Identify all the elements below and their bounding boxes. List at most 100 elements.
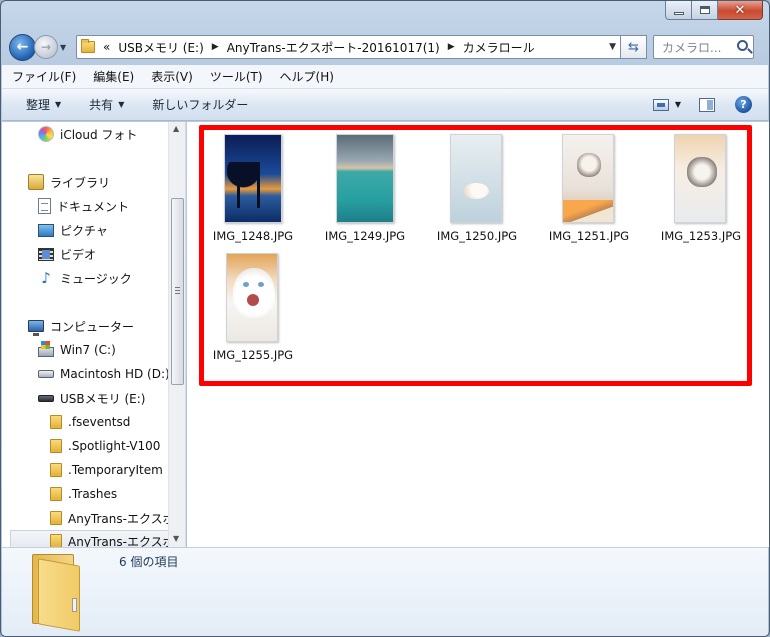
folder-front bbox=[38, 558, 80, 632]
cat-image bbox=[687, 157, 717, 187]
share-button[interactable]: 共有 ▼ bbox=[89, 96, 124, 113]
back-button[interactable]: ← bbox=[9, 33, 36, 61]
help-icon[interactable]: ? bbox=[735, 96, 752, 113]
scroll-down-icon[interactable]: ▼ bbox=[173, 534, 179, 543]
share-label: 共有 bbox=[89, 98, 114, 112]
minimize-button[interactable] bbox=[665, 1, 692, 20]
folder-icon bbox=[50, 463, 62, 477]
breadcrumb-separator-icon[interactable]: ▶ bbox=[212, 42, 219, 52]
breadcrumb-usb[interactable]: USBメモリ (E:) bbox=[118, 39, 203, 56]
breadcrumb-overflow[interactable]: « bbox=[103, 40, 110, 54]
nav-item-computer[interactable]: コンピューター bbox=[28, 315, 134, 337]
file-name[interactable]: IMG_1255.JPG bbox=[199, 348, 307, 362]
usb-drive-icon bbox=[38, 394, 54, 402]
video-icon bbox=[38, 247, 54, 261]
file-name[interactable]: IMG_1251.JPG bbox=[535, 229, 643, 243]
scroll-up-icon[interactable]: ▲ bbox=[173, 124, 179, 133]
thumbnail-img-1255[interactable] bbox=[226, 253, 278, 342]
nav-vertical-scrollbar[interactable]: ▲ ▼ bbox=[168, 122, 185, 547]
file-name[interactable]: IMG_1248.JPG bbox=[199, 229, 307, 243]
nav-item-videos[interactable]: ビデオ bbox=[38, 243, 96, 265]
menu-edit[interactable]: 編集(E) bbox=[93, 68, 134, 85]
nav-item-folder-selected[interactable]: AnyTrans-エクスポ bbox=[10, 530, 175, 547]
computer-icon bbox=[28, 320, 44, 336]
nav-item-macintosh[interactable]: Macintosh HD (D:) bbox=[38, 363, 170, 385]
history-dropdown[interactable]: ▼ bbox=[60, 43, 72, 52]
close-icon: ✕ bbox=[734, 2, 746, 18]
cat-eye bbox=[258, 282, 264, 287]
nav-item-usb[interactable]: USBメモリ (E:) bbox=[38, 387, 145, 409]
change-view-icon[interactable] bbox=[652, 98, 669, 111]
nav-item-folder[interactable]: .TemporaryItem bbox=[50, 459, 163, 481]
menu-view[interactable]: 表示(V) bbox=[151, 68, 193, 85]
nav-item-win7[interactable]: Win7 (C:) bbox=[38, 339, 116, 361]
folder-icon bbox=[50, 415, 62, 429]
command-bar: 整理 ▼ 共有 ▼ 新しいフォルダー ▼ ? bbox=[2, 89, 768, 121]
preview-pane-icon[interactable] bbox=[699, 97, 715, 112]
folder-icon bbox=[50, 534, 62, 547]
forward-button[interactable]: → bbox=[34, 35, 58, 59]
nav-item-label: ドキュメント bbox=[57, 199, 130, 214]
library-icon bbox=[28, 174, 44, 190]
nav-item-label: .TemporaryItem bbox=[68, 463, 163, 477]
item-count: 6 個の項目 bbox=[119, 555, 179, 569]
nav-item-folder[interactable]: .fseventsd bbox=[50, 411, 130, 433]
maximize-button[interactable] bbox=[692, 1, 718, 20]
nav-item-folder[interactable]: AnyTrans-エクスポ bbox=[50, 507, 175, 529]
arrow-left-icon: ← bbox=[16, 39, 29, 55]
refresh-icon: ⇆ bbox=[628, 39, 639, 55]
thumbnail-img-1248[interactable] bbox=[224, 134, 282, 223]
nav-item-label: iCloud フォト bbox=[60, 127, 138, 142]
nav-item-label: .fseventsd bbox=[68, 415, 131, 429]
file-name[interactable]: IMG_1253.JPG bbox=[647, 229, 755, 243]
nav-item-icloud[interactable]: iCloud フォト bbox=[38, 123, 137, 145]
address-bar[interactable]: « USBメモリ (E:) ▶ AnyTrans-エクスポート-20161017… bbox=[76, 35, 621, 59]
breadcrumb-camera-roll[interactable]: カメラロール bbox=[463, 39, 535, 56]
nav-item-music[interactable]: ♪ ミュージック bbox=[38, 267, 132, 289]
scroll-thumb[interactable] bbox=[171, 198, 184, 385]
file-view[interactable]: IMG_1248.JPG IMG_1249.JPG IMG_1250.JPG I… bbox=[187, 122, 769, 547]
cat-image bbox=[577, 153, 601, 177]
nav-item-label: コンピューター bbox=[50, 319, 135, 334]
nav-item-documents[interactable]: ドキュメント bbox=[38, 195, 129, 217]
file-name[interactable]: IMG_1249.JPG bbox=[311, 229, 419, 243]
thumbnail-img-1250[interactable] bbox=[450, 134, 502, 223]
folder-icon bbox=[32, 554, 80, 632]
close-button[interactable]: ✕ bbox=[718, 1, 763, 20]
menu-file[interactable]: ファイル(F) bbox=[12, 68, 76, 85]
nav-item-label: Macintosh HD (D:) bbox=[60, 367, 170, 381]
new-folder-button[interactable]: 新しいフォルダー bbox=[152, 96, 248, 113]
nav-item-label: ビデオ bbox=[60, 247, 97, 262]
chevron-down-icon: ▼ bbox=[55, 100, 62, 109]
nav-item-label: AnyTrans-エクスポ bbox=[68, 511, 175, 526]
thumbnail-img-1251[interactable] bbox=[562, 134, 614, 223]
explorer-window: ✕ ← → ▼ « USBメモリ (E:) ▶ AnyTrans-エクスポート-… bbox=[0, 0, 770, 637]
nav-item-folder[interactable]: .Trashes bbox=[50, 483, 117, 505]
nav-item-libraries[interactable]: ライブラリ bbox=[28, 171, 110, 193]
organize-label: 整理 bbox=[26, 98, 51, 112]
thumbnail-img-1253[interactable] bbox=[674, 134, 726, 223]
thumbnail-img-1249[interactable] bbox=[336, 134, 394, 223]
address-dropdown-icon[interactable]: ▼ bbox=[609, 42, 616, 52]
search-icon[interactable] bbox=[737, 40, 748, 51]
folder-icon bbox=[50, 439, 62, 453]
cat-mouth bbox=[247, 294, 259, 306]
refresh-button[interactable]: ⇆ bbox=[621, 35, 647, 59]
view-options-dropdown-icon[interactable]: ▼ bbox=[675, 100, 681, 109]
menu-tools[interactable]: ツール(T) bbox=[210, 68, 263, 85]
organize-button[interactable]: 整理 ▼ bbox=[26, 96, 61, 113]
menu-help[interactable]: ヘルプ(H) bbox=[280, 68, 334, 85]
grip-icon bbox=[175, 287, 180, 294]
document-icon bbox=[38, 198, 51, 214]
nav-item-pictures[interactable]: ピクチャ bbox=[38, 219, 108, 241]
cat-image bbox=[463, 183, 489, 199]
breadcrumb-separator-icon[interactable]: ▶ bbox=[448, 42, 455, 52]
nav-item-label: .Trashes bbox=[68, 487, 118, 501]
nav-item-folder[interactable]: .Spotlight-V100 bbox=[50, 435, 160, 457]
nav-item-label: USBメモリ (E:) bbox=[60, 391, 146, 406]
hard-drive-icon bbox=[38, 370, 54, 378]
search-input[interactable]: カメラロ... bbox=[653, 35, 754, 59]
icloud-photos-icon bbox=[38, 126, 54, 142]
breadcrumb-anytrans[interactable]: AnyTrans-エクスポート-20161017(1) bbox=[227, 39, 440, 56]
file-name[interactable]: IMG_1250.JPG bbox=[423, 229, 531, 243]
